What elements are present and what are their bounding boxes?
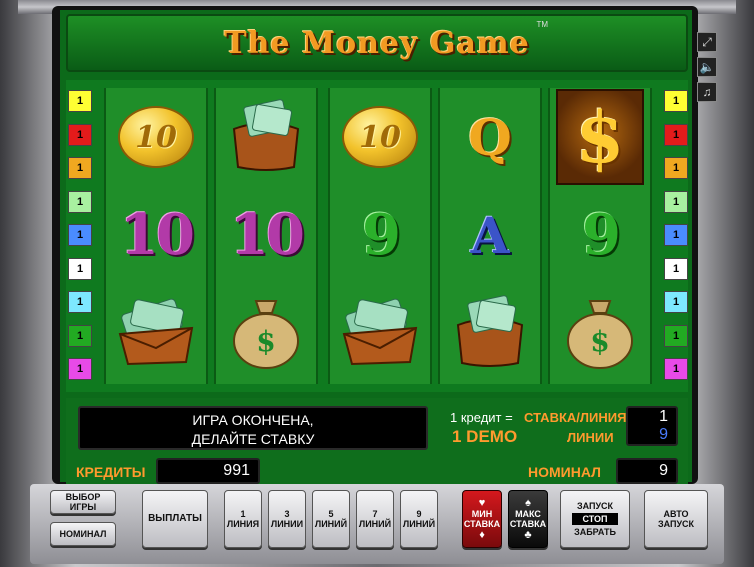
line-indicator-9: 1 — [664, 358, 688, 380]
lines-value: 9 — [659, 426, 668, 443]
payouts-button[interactable]: ВЫПЛАТЫ — [142, 490, 208, 548]
trademark: TM — [536, 20, 548, 29]
money-bag-envelope-icon — [106, 284, 206, 382]
letter-a-icon: A — [470, 205, 510, 265]
max-bet-button[interactable]: ♠ МАКС СТАВКА ♣ — [508, 490, 548, 548]
reel-4: Q A — [438, 88, 542, 384]
music-icon[interactable]: ♫ — [697, 82, 717, 102]
line-indicator-3: 1 — [68, 157, 92, 179]
fullscreen-icon[interactable]: ⤢ — [697, 32, 717, 52]
lines-7-button[interactable]: 7 ЛИНИЙ — [356, 490, 394, 548]
reel-5: $ 9 $ — [548, 88, 652, 384]
message-box: ИГРА ОКОНЧЕНА, ДЕЛАЙТЕ СТАВКУ — [78, 406, 428, 450]
line-indicator-2: 1 — [68, 123, 92, 146]
line-indicator-7: 1 — [68, 291, 92, 313]
dollar-sack-icon: $ — [216, 284, 316, 382]
game-title: The Money Game — [224, 25, 530, 61]
purple-10-icon: 10 — [120, 202, 195, 268]
sound-icon[interactable]: 🔈 — [697, 57, 717, 77]
line-indicator-1: 1 — [68, 90, 92, 112]
svg-text:$: $ — [590, 325, 609, 358]
line-indicator-6: 1 — [68, 257, 92, 280]
min-bet-button[interactable]: ♥ МИН СТАВКА ♦ — [462, 490, 502, 548]
start-stop-take-button[interactable]: ЗАПУСК СТОП ЗАБРАТЬ — [560, 490, 630, 548]
bet-per-line-label: СТАВКА/ЛИНИЯ — [524, 410, 627, 425]
svg-text:$: $ — [256, 325, 275, 358]
dollar-sign-icon: $ — [550, 88, 650, 186]
credit-eq-label: 1 кредит = — [450, 410, 513, 425]
money-bundle-icon — [440, 284, 540, 382]
nominal-button[interactable]: НОМИНАЛ — [50, 522, 116, 546]
auto-start-button[interactable]: АВТО ЗАПУСК — [644, 490, 708, 548]
reel-3: 10 9 — [328, 88, 432, 384]
reel-2: 10 $ — [214, 88, 318, 384]
purple-10-icon: 10 — [230, 202, 305, 268]
line-indicator-9: 1 — [68, 358, 92, 380]
lines-label: ЛИНИИ — [567, 430, 614, 445]
title-bar: The Money Game TM — [66, 14, 688, 72]
green-9-icon: 9 — [582, 202, 621, 268]
lines-1-button[interactable]: 1 ЛИНИЯ — [224, 490, 262, 548]
reel-1: 10 10 — [104, 88, 208, 384]
lines-5-button[interactable]: 5 ЛИНИЙ — [312, 490, 350, 548]
select-game-button[interactable]: ВЫБОР ИГРЫ — [50, 490, 116, 514]
line-indicator-4: 1 — [664, 190, 688, 213]
line-indicator-1: 1 — [664, 90, 688, 112]
demo-label: 1 DEMO — [452, 427, 518, 446]
line-indicator-7: 1 — [664, 291, 688, 313]
denomination-value: 9 — [616, 458, 678, 484]
money-bag-envelope-icon — [330, 284, 430, 382]
line-indicator-5: 1 — [68, 224, 92, 246]
lines-9-button[interactable]: 9 ЛИНИЙ — [400, 490, 438, 548]
bet-per-line-value: 1 — [659, 408, 668, 425]
coin-10-icon: 10 — [106, 88, 206, 186]
bet-lines-box: 1 9 — [626, 406, 678, 446]
money-bundle-icon — [216, 88, 316, 186]
lines-3-button[interactable]: 3 ЛИНИИ — [268, 490, 306, 548]
coin-10-icon: 10 — [330, 88, 430, 186]
credits-value: 991 — [156, 458, 260, 484]
line-indicator-8: 1 — [68, 324, 92, 347]
letter-q-icon: Q — [468, 107, 512, 167]
dollar-sack-icon: $ — [550, 284, 650, 382]
line-indicator-5: 1 — [664, 224, 688, 246]
denomination-label: НОМИНАЛ — [528, 464, 601, 480]
credits-label: КРЕДИТЫ — [76, 464, 146, 480]
line-indicator-3: 1 — [664, 157, 688, 179]
line-indicator-4: 1 — [68, 190, 92, 213]
message-line-1: ИГРА ОКОНЧЕНА, — [192, 412, 314, 428]
line-indicator-8: 1 — [664, 324, 688, 347]
line-indicator-2: 1 — [664, 123, 688, 146]
message-line-2: ДЕЛАЙТЕ СТАВКУ — [191, 431, 315, 447]
line-indicator-6: 1 — [664, 257, 688, 280]
green-9-icon: 9 — [362, 202, 401, 268]
